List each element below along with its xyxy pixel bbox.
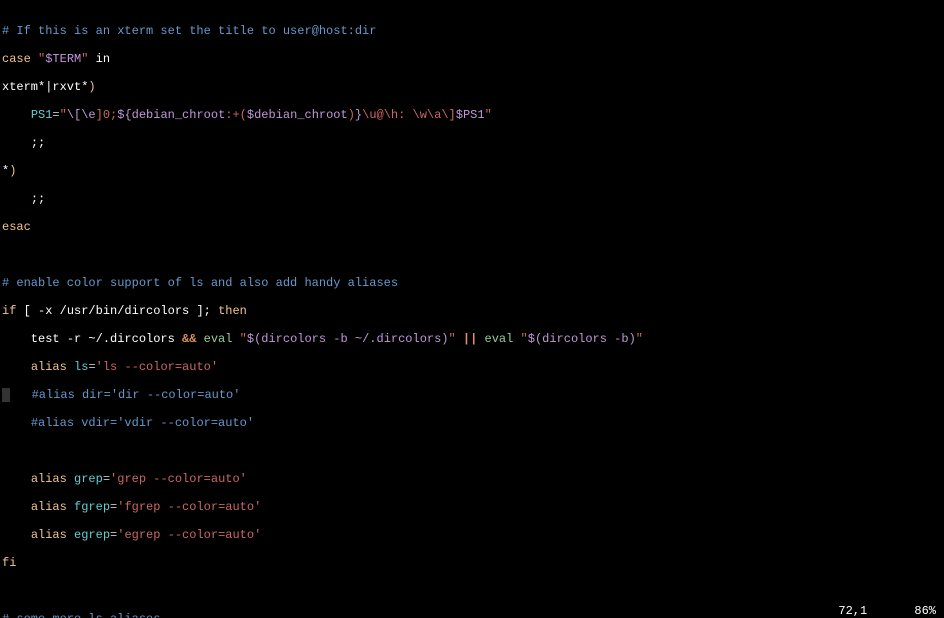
comment: # enable color support of ls and also ad… [2,276,398,290]
dsemi: ;; [31,136,45,150]
cursor-marker [2,388,10,402]
term-var: $TERM [45,52,81,66]
keyword-esac: esac [2,220,31,234]
keyword-fi: fi [2,556,16,570]
code-editor[interactable]: # If this is an xterm set the title to u… [0,0,944,618]
status-bar: 72,1 86% [798,604,936,618]
case-pattern: xterm*|rxvt* [2,80,88,94]
comment: # some more ls aliases [2,612,160,618]
keyword-case: case [2,52,31,66]
path: /usr/bin/dircolors [60,304,190,318]
keyword-if: if [2,304,16,318]
comment: # If this is an xterm set the title to u… [2,24,376,38]
cursor-position: 72,1 [838,604,867,618]
scroll-percent: 86% [914,604,936,618]
ps1-var: PS1 [31,108,53,122]
